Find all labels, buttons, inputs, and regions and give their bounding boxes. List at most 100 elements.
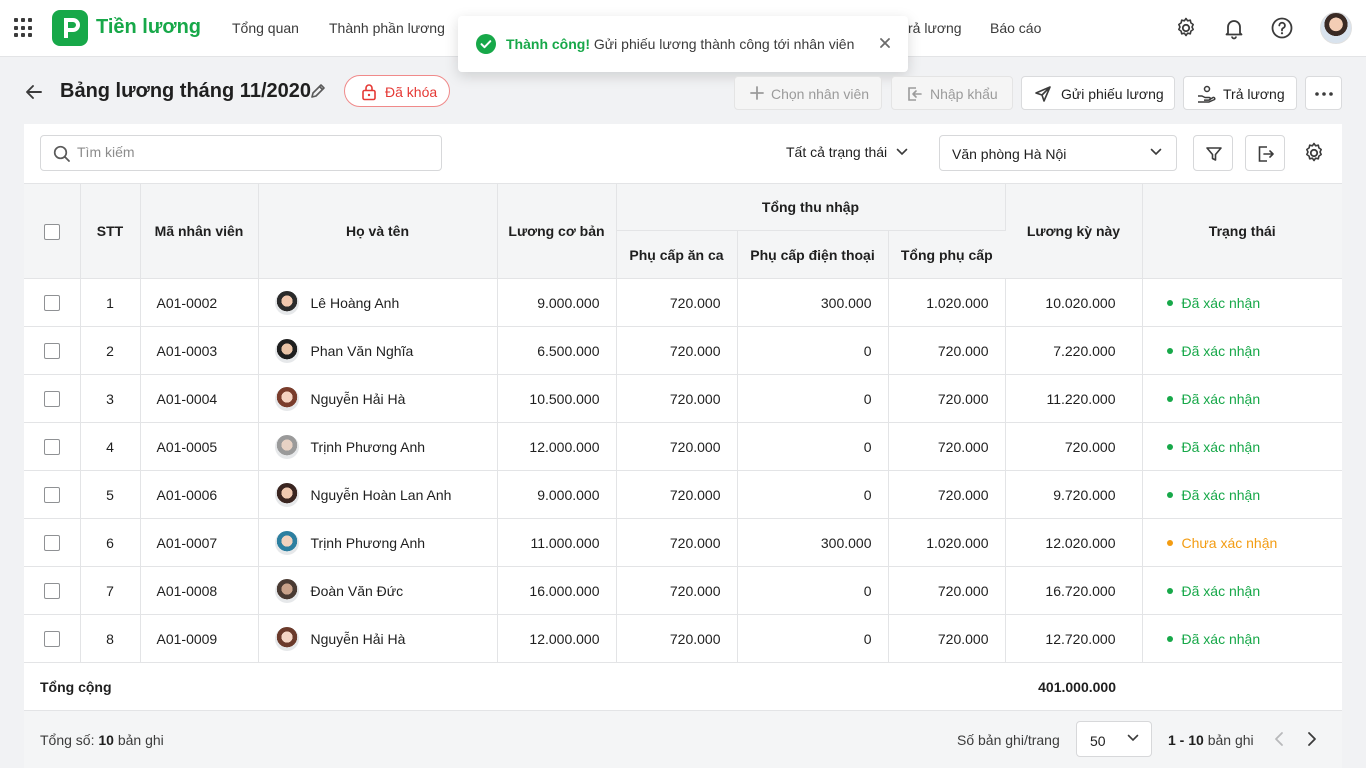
- row-status-cell: Đã xác nhận: [1142, 374, 1342, 423]
- close-icon[interactable]: [878, 36, 892, 50]
- chevron-down-icon: [1150, 148, 1162, 156]
- row-employee-name[interactable]: Lê Hoàng Anh: [311, 295, 400, 311]
- row-employee-name[interactable]: Nguyễn Hải Hà: [311, 391, 406, 407]
- row-employee-name[interactable]: Nguyễn Hoàn Lan Anh: [311, 487, 452, 503]
- table-row[interactable]: 8 A01-0009 Nguyễn Hải Hà 12.000.000 720.000 0…: [24, 614, 1342, 663]
- status-dot: [1166, 539, 1173, 546]
- row-select-cell: [24, 374, 81, 423]
- row-meal-allowance: 720.000: [616, 326, 738, 375]
- row-stt: 1: [80, 278, 141, 327]
- row-base-salary: 9.000.000: [497, 470, 617, 519]
- filter-button[interactable]: [1193, 135, 1233, 171]
- office-select-value: Văn phòng Hà Nội: [952, 146, 1067, 162]
- row-period-salary: 720.000: [1005, 422, 1143, 471]
- row-phone-allowance: 0: [737, 422, 889, 471]
- row-employee-cell: Đoàn Văn Đức: [258, 566, 498, 615]
- row-employee-name[interactable]: Nguyễn Hải Hà: [311, 631, 406, 647]
- row-employee-code: A01-0003: [140, 326, 259, 375]
- bell-icon[interactable]: [1222, 16, 1246, 40]
- import-icon: [908, 87, 922, 101]
- table-row[interactable]: 2 A01-0003 Phan Văn Nghĩa 6.500.000 720.000 0…: [24, 326, 1342, 375]
- import-label: Nhập khẩu: [930, 86, 998, 102]
- row-employee-cell: Nguyễn Hải Hà: [258, 614, 498, 663]
- chevron-down-icon: [896, 148, 908, 156]
- search-input[interactable]: [77, 144, 427, 160]
- row-total-allowance: 720.000: [888, 374, 1006, 423]
- success-check-icon: [476, 34, 496, 54]
- table-settings-gear-icon[interactable]: [1302, 141, 1326, 165]
- send-icon: [1035, 86, 1051, 102]
- lock-icon: [362, 84, 376, 101]
- row-select-cell: [24, 518, 81, 567]
- row-meal-allowance: 720.000: [616, 518, 738, 567]
- nav-item-reports[interactable]: Báo cáo: [990, 20, 1041, 36]
- office-select[interactable]: Văn phòng Hà Nội: [939, 135, 1177, 171]
- table-row[interactable]: 1 A01-0002 Lê Hoàng Anh 9.000.000 720.000 300…: [24, 278, 1342, 327]
- row-checkbox[interactable]: [43, 391, 60, 408]
- pay-salary-button[interactable]: Trả lương: [1183, 76, 1297, 110]
- row-select-cell: [24, 470, 81, 519]
- status-filter-dropdown[interactable]: Tất cả trạng thái: [786, 144, 908, 160]
- row-total-allowance: 720.000: [888, 566, 1006, 615]
- row-meal-allowance: 720.000: [616, 470, 738, 519]
- app-logo[interactable]: [52, 10, 88, 46]
- row-meal-allowance: 720.000: [616, 422, 738, 471]
- import-button[interactable]: Nhập khẩu: [891, 76, 1013, 110]
- more-options-button[interactable]: [1305, 76, 1342, 110]
- row-base-salary: 12.000.000: [497, 422, 617, 471]
- row-status-cell: Đã xác nhận: [1142, 566, 1342, 615]
- row-employee-name[interactable]: Trịnh Phương Anh: [311, 535, 426, 551]
- settings-gear-icon[interactable]: [1174, 16, 1198, 40]
- total-records-count: 10: [98, 732, 114, 748]
- send-payslip-button[interactable]: Gửi phiếu lương: [1021, 76, 1175, 110]
- select-all-cell: [24, 183, 81, 279]
- toast-body: Gửi phiếu lương thành công tới nhân viên: [593, 36, 855, 52]
- row-period-salary: 9.720.000: [1005, 470, 1143, 519]
- pay-salary-label: Trả lương: [1223, 86, 1285, 102]
- chevron-right-icon[interactable]: [1307, 731, 1317, 747]
- row-employee-name[interactable]: Trịnh Phương Anh: [311, 439, 426, 455]
- per-page-select[interactable]: 50: [1076, 721, 1152, 757]
- table-row[interactable]: 7 A01-0008 Đoàn Văn Đức 16.000.000 720.000 0 7…: [24, 566, 1342, 615]
- row-checkbox[interactable]: [43, 295, 60, 312]
- back-arrow-icon[interactable]: [24, 82, 44, 102]
- table-row[interactable]: 3 A01-0004 Nguyễn Hải Hà 10.500.000 720.000 0…: [24, 374, 1342, 423]
- chevron-left-icon[interactable]: [1274, 731, 1284, 747]
- hand-coin-icon: [1198, 85, 1216, 103]
- row-checkbox[interactable]: [43, 535, 60, 552]
- row-phone-allowance: 300.000: [737, 278, 889, 327]
- row-checkbox[interactable]: [43, 631, 60, 648]
- employee-avatar: [274, 338, 299, 363]
- table-row[interactable]: 5 A01-0006 Nguyễn Hoàn Lan Anh 9.000.000 720…: [24, 470, 1342, 519]
- col-header-total-allowance: Tổng phụ cấp: [888, 230, 1005, 279]
- nav-item-overview[interactable]: Tổng quan: [232, 20, 299, 36]
- row-base-salary: 9.000.000: [497, 278, 617, 327]
- export-button[interactable]: [1245, 135, 1285, 171]
- table-row[interactable]: 4 A01-0005 Trịnh Phương Anh 12.000.000 720.0…: [24, 422, 1342, 471]
- nav-item-pay-salary[interactable]: rả lương: [908, 20, 962, 36]
- col-header-phone-allowance: Phụ cấp điện thoại: [737, 230, 889, 279]
- help-icon[interactable]: [1270, 16, 1294, 40]
- row-checkbox[interactable]: [43, 583, 60, 600]
- employee-avatar: [274, 434, 299, 459]
- user-avatar[interactable]: [1320, 12, 1352, 44]
- col-header-period-salary: Lương kỳ này: [1005, 183, 1143, 279]
- table-row[interactable]: 6 A01-0007 Trịnh Phương Anh 11.000.000 720.0…: [24, 518, 1342, 567]
- app-grid-icon[interactable]: [14, 18, 34, 38]
- row-checkbox[interactable]: [43, 439, 60, 456]
- status-filter-label: Tất cả trạng thái: [786, 144, 888, 160]
- choose-employee-button[interactable]: Chọn nhân viên: [734, 76, 882, 110]
- row-checkbox[interactable]: [43, 343, 60, 360]
- row-period-salary: 7.220.000: [1005, 326, 1143, 375]
- row-employee-cell: Lê Hoàng Anh: [258, 278, 498, 327]
- nav-item-salary-components[interactable]: Thành phần lương: [329, 20, 445, 36]
- select-all-checkbox[interactable]: [43, 223, 60, 240]
- edit-pencil-icon[interactable]: [309, 82, 327, 100]
- app-name[interactable]: Tiền lương: [96, 16, 201, 39]
- row-employee-name[interactable]: Phan Văn Nghĩa: [311, 343, 414, 359]
- per-page-label: Số bản ghi/trang: [957, 732, 1060, 748]
- row-checkbox[interactable]: [43, 487, 60, 504]
- row-employee-name[interactable]: Đoàn Văn Đức: [311, 583, 404, 599]
- row-select-cell: [24, 326, 81, 375]
- row-status: Đã xác nhận: [1181, 342, 1261, 359]
